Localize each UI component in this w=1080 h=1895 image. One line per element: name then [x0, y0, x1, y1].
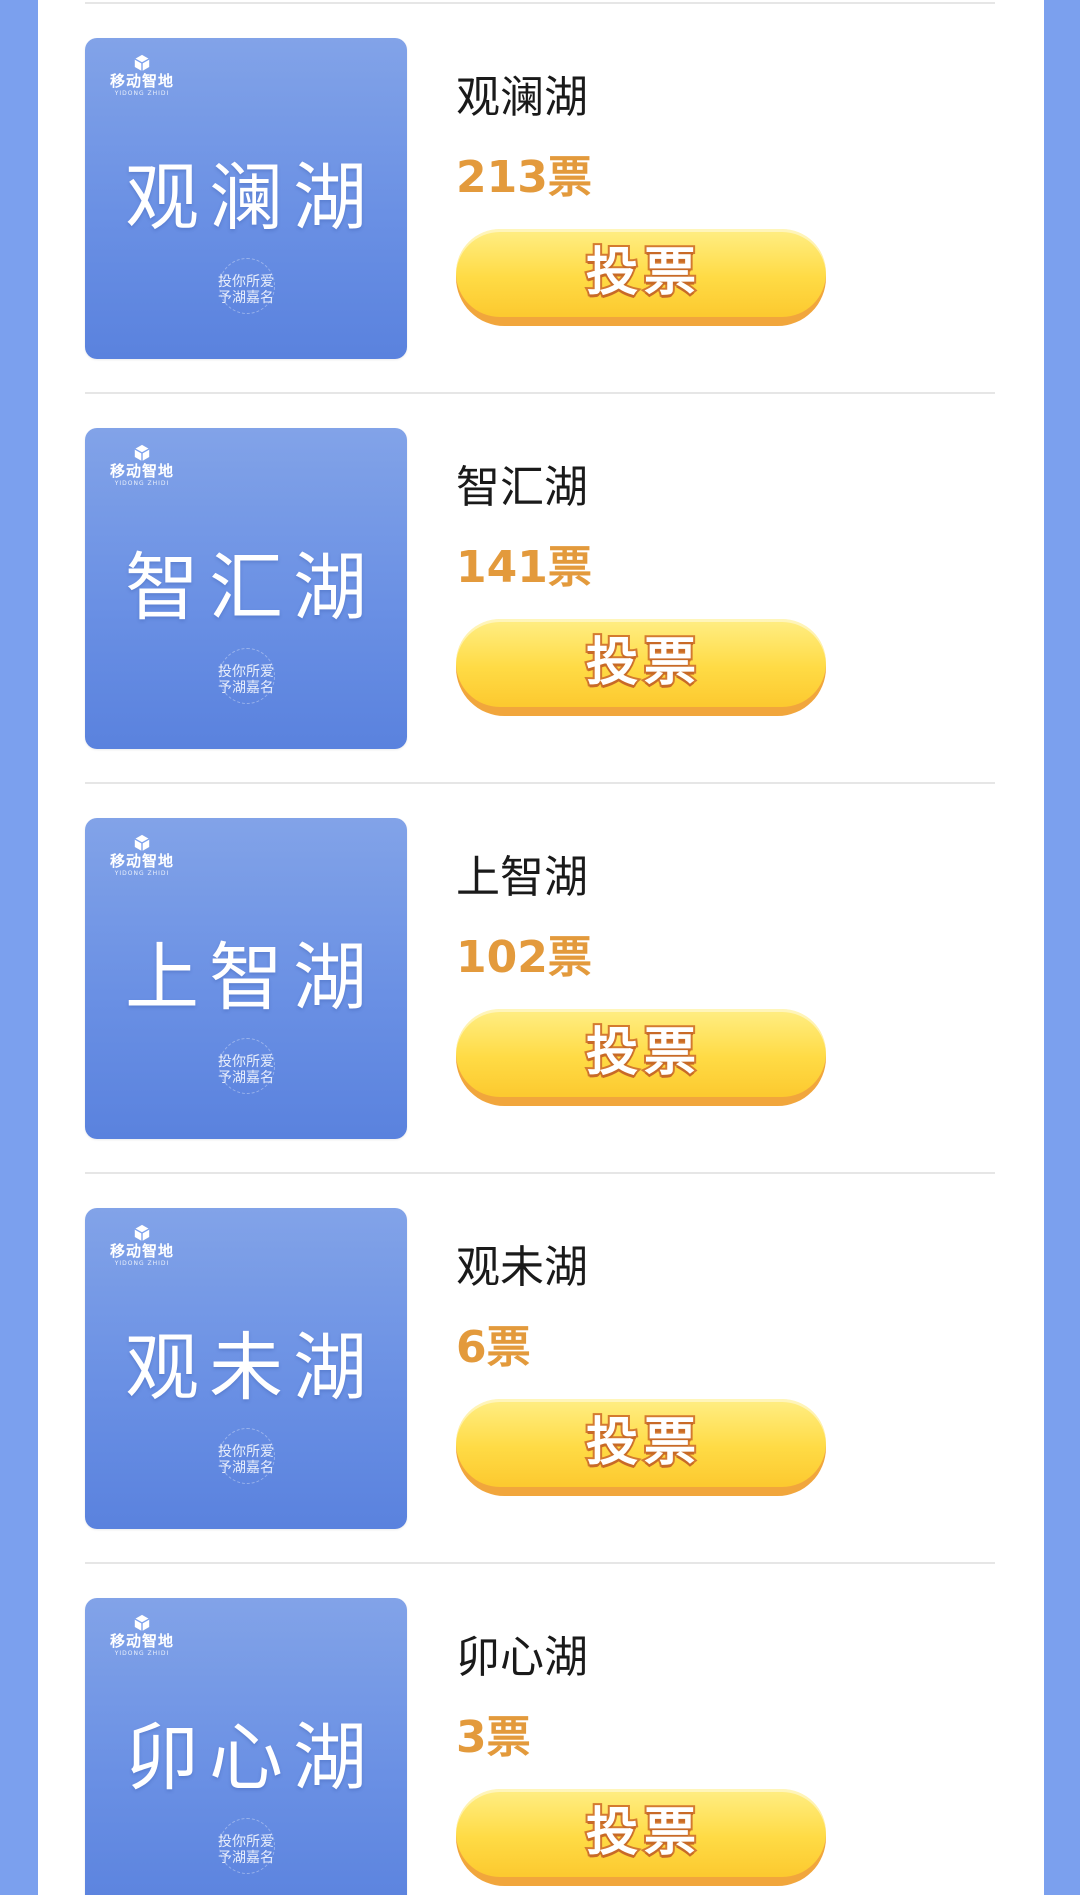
candidate-name: 观未湖	[456, 1242, 588, 1293]
vote-button-face[interactable]: 投票	[456, 229, 826, 317]
brand-logo: 移动智地 YIDONG ZHIDI	[103, 834, 181, 894]
vote-button-face[interactable]: 投票	[456, 1009, 826, 1097]
brand-subtitle: YIDONG ZHIDI	[114, 480, 170, 487]
vote-button[interactable]: 投票	[456, 619, 826, 716]
brand-name: 移动智地	[109, 1632, 174, 1650]
brand-logo: 移动智地 YIDONG ZHIDI	[103, 1614, 181, 1674]
list-item: 移动智地 YIDONG ZHIDI 卯心湖 投你所爱 予湖嘉名 卯心湖 3票 投…	[85, 1564, 995, 1895]
vote-button[interactable]: 投票	[456, 1009, 826, 1106]
vote-button-face[interactable]: 投票	[456, 1399, 826, 1487]
vote-button-label[interactable]: 投票	[580, 1801, 702, 1865]
brand-name: 移动智地	[109, 462, 174, 480]
list-item: 移动智地 YIDONG ZHIDI 智汇湖 投你所爱 予湖嘉名 智汇湖 141票…	[85, 394, 995, 784]
thumbnail-slogan: 投你所爱 予湖嘉名	[85, 664, 407, 696]
vote-button-label[interactable]: 投票	[580, 1021, 702, 1085]
slogan-line: 予湖嘉名	[218, 1850, 274, 1866]
thumbnail-title: 智汇湖	[125, 545, 377, 631]
vote-button-face[interactable]: 投票	[456, 1789, 826, 1877]
vote-list-panel: 移动智地 YIDONG ZHIDI 观澜湖 投你所爱 予湖嘉名 观澜湖 213票…	[38, 0, 1044, 1895]
thumbnail-title: 卯心湖	[125, 1715, 377, 1801]
candidate-thumbnail[interactable]: 移动智地 YIDONG ZHIDI 卯心湖 投你所爱 予湖嘉名	[85, 1598, 407, 1895]
candidate-name: 观澜湖	[456, 72, 588, 123]
slogan-line: 投你所爱	[218, 1054, 274, 1070]
vote-count: 102票	[456, 932, 592, 983]
thumbnail-title: 观澜湖	[125, 155, 377, 241]
vote-button-label[interactable]: 投票	[580, 631, 702, 695]
brand-name: 移动智地	[109, 72, 174, 90]
list-item: 移动智地 YIDONG ZHIDI 上智湖 投你所爱 予湖嘉名 上智湖 102票…	[85, 784, 995, 1174]
vote-count: 3票	[456, 1712, 531, 1763]
slogan-line: 予湖嘉名	[218, 1460, 274, 1476]
vote-button-face[interactable]: 投票	[456, 619, 826, 707]
brand-name: 移动智地	[109, 852, 174, 870]
vote-count: 6票	[456, 1322, 531, 1373]
brand-logo: 移动智地 YIDONG ZHIDI	[103, 444, 181, 504]
brand-subtitle: YIDONG ZHIDI	[114, 1650, 170, 1657]
candidate-name: 卯心湖	[456, 1632, 588, 1683]
vote-button[interactable]: 投票	[456, 1789, 826, 1886]
candidate-name: 上智湖	[456, 852, 588, 903]
vote-count: 213票	[456, 152, 592, 203]
brand-subtitle: YIDONG ZHIDI	[114, 90, 170, 97]
candidate-thumbnail[interactable]: 移动智地 YIDONG ZHIDI 上智湖 投你所爱 予湖嘉名	[85, 818, 407, 1139]
thumbnail-title: 观未湖	[125, 1325, 377, 1411]
brand-logo: 移动智地 YIDONG ZHIDI	[103, 54, 181, 114]
vote-count: 141票	[456, 542, 592, 593]
list-item: 移动智地 YIDONG ZHIDI 观未湖 投你所爱 予湖嘉名 观未湖 6票 投…	[85, 1174, 995, 1564]
slogan-line: 投你所爱	[218, 1444, 274, 1460]
brand-subtitle: YIDONG ZHIDI	[114, 870, 170, 877]
vote-button-label[interactable]: 投票	[580, 241, 702, 305]
thumbnail-slogan: 投你所爱 予湖嘉名	[85, 1054, 407, 1086]
brand-logo: 移动智地 YIDONG ZHIDI	[103, 1224, 181, 1284]
slogan-line: 予湖嘉名	[218, 680, 274, 696]
vote-button[interactable]: 投票	[456, 229, 826, 326]
slogan-line: 投你所爱	[218, 274, 274, 290]
slogan-line: 予湖嘉名	[218, 290, 274, 306]
thumbnail-slogan: 投你所爱 予湖嘉名	[85, 1444, 407, 1476]
candidate-thumbnail[interactable]: 移动智地 YIDONG ZHIDI 观未湖 投你所爱 予湖嘉名	[85, 1208, 407, 1529]
cube-logo-icon	[134, 1224, 150, 1242]
thumbnail-title: 上智湖	[125, 935, 377, 1021]
candidate-thumbnail[interactable]: 移动智地 YIDONG ZHIDI 观澜湖 投你所爱 予湖嘉名	[85, 38, 407, 359]
candidate-thumbnail[interactable]: 移动智地 YIDONG ZHIDI 智汇湖 投你所爱 予湖嘉名	[85, 428, 407, 749]
slogan-line: 予湖嘉名	[218, 1070, 274, 1086]
cube-logo-icon	[134, 54, 150, 72]
vote-button[interactable]: 投票	[456, 1399, 826, 1496]
slogan-line: 投你所爱	[218, 1834, 274, 1850]
list-item: 移动智地 YIDONG ZHIDI 观澜湖 投你所爱 予湖嘉名 观澜湖 213票…	[85, 4, 995, 394]
candidate-name: 智汇湖	[456, 462, 588, 513]
cube-logo-icon	[134, 1614, 150, 1632]
brand-name: 移动智地	[109, 1242, 174, 1260]
cube-logo-icon	[134, 834, 150, 852]
slogan-line: 投你所爱	[218, 664, 274, 680]
thumbnail-slogan: 投你所爱 予湖嘉名	[85, 274, 407, 306]
cube-logo-icon	[134, 444, 150, 462]
vote-button-label[interactable]: 投票	[580, 1411, 702, 1475]
brand-subtitle: YIDONG ZHIDI	[114, 1260, 170, 1267]
thumbnail-slogan: 投你所爱 予湖嘉名	[85, 1834, 407, 1866]
